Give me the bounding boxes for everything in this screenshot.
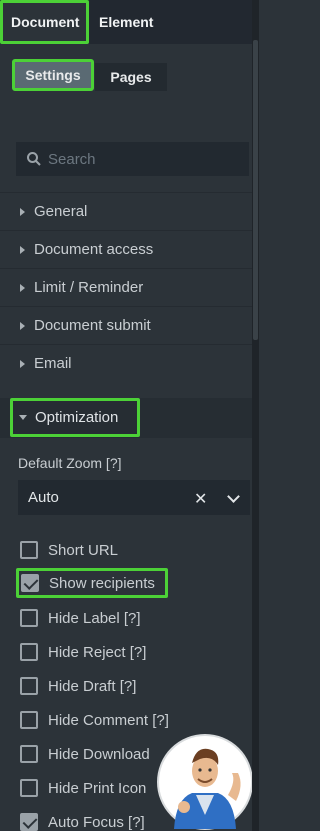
- section-document-access[interactable]: Document access: [0, 230, 252, 268]
- search-input[interactable]: [48, 150, 238, 168]
- option-hide-draft[interactable]: Hide Draft [?]: [20, 674, 136, 698]
- option-hide-comment[interactable]: Hide Comment [?]: [20, 708, 169, 732]
- checkbox[interactable]: [21, 574, 39, 592]
- section-limit-reminder[interactable]: Limit / Reminder: [0, 268, 252, 306]
- option-auto-focus[interactable]: Auto Focus [?]: [20, 810, 145, 831]
- section-label: Optimization: [35, 409, 119, 426]
- option-label: Hide Draft [?]: [48, 677, 137, 695]
- default-zoom-label: Default Zoom [?]: [18, 455, 122, 471]
- checkbox[interactable]: [20, 745, 38, 763]
- section-label: Document submit: [34, 317, 151, 334]
- scrollbar[interactable]: [252, 0, 259, 831]
- option-label: Hide Print Icon: [48, 779, 147, 797]
- checkbox[interactable]: [20, 711, 38, 729]
- section-general[interactable]: General: [0, 192, 252, 230]
- checkbox[interactable]: [20, 779, 38, 797]
- option-label: Auto Focus [?]: [48, 813, 145, 831]
- sub-tab-bar: Settings Pages: [12, 59, 167, 91]
- section-label: Document access: [34, 241, 154, 258]
- option-show-recipients[interactable]: Show recipients: [16, 568, 168, 598]
- option-short-url[interactable]: Short URL: [20, 538, 118, 562]
- clear-icon[interactable]: ✕: [194, 489, 208, 508]
- option-label: Hide Reject [?]: [48, 643, 147, 661]
- option-label: Hide Download: [48, 745, 150, 763]
- mascot-avatar[interactable]: [156, 733, 254, 831]
- section-document-submit[interactable]: Document submit: [0, 306, 252, 344]
- section-label: Limit / Reminder: [34, 279, 144, 296]
- caret-right-icon: [20, 321, 25, 330]
- option-label: Show recipients: [49, 574, 155, 592]
- section-email[interactable]: Email: [0, 344, 252, 382]
- section-optimization[interactable]: Optimization: [0, 398, 252, 438]
- caret-down-icon: [19, 415, 27, 420]
- option-hide-reject[interactable]: Hide Reject [?]: [20, 640, 146, 664]
- zoom-value: Auto: [28, 489, 59, 506]
- option-label: Hide Label [?]: [48, 609, 141, 627]
- option-label: Short URL: [48, 541, 119, 559]
- caret-right-icon: [20, 245, 25, 254]
- option-hide-label[interactable]: Hide Label [?]: [20, 606, 141, 630]
- top-tab-bar: Document Element: [0, 0, 252, 44]
- option-hide-print-icon[interactable]: Hide Print Icon: [20, 776, 146, 800]
- caret-right-icon: [20, 359, 25, 368]
- section-label: Email: [34, 355, 72, 372]
- checkbox[interactable]: [20, 609, 38, 627]
- checkbox[interactable]: [20, 677, 38, 695]
- default-zoom-select[interactable]: Auto ✕: [18, 480, 250, 515]
- scrollbar-thumb[interactable]: [253, 40, 258, 340]
- tab-element[interactable]: Element: [89, 0, 163, 44]
- chevron-down-icon[interactable]: [227, 490, 240, 503]
- sidebar-panel: Document Element Settings Pages General …: [0, 0, 254, 831]
- tab-document[interactable]: Document: [0, 0, 89, 44]
- search-icon: [26, 151, 42, 167]
- caret-right-icon: [20, 283, 25, 292]
- option-hide-download[interactable]: Hide Download: [20, 742, 150, 766]
- checkbox[interactable]: [20, 643, 38, 661]
- caret-right-icon: [20, 207, 25, 216]
- tab-pages[interactable]: Pages: [95, 63, 167, 91]
- checkbox[interactable]: [20, 813, 38, 831]
- section-label: General: [34, 203, 88, 220]
- option-label: Hide Comment [?]: [48, 711, 169, 729]
- checkbox[interactable]: [20, 541, 38, 559]
- section-optimization-header[interactable]: Optimization: [10, 398, 140, 437]
- search-box: [16, 142, 249, 176]
- tab-settings[interactable]: Settings: [12, 59, 94, 91]
